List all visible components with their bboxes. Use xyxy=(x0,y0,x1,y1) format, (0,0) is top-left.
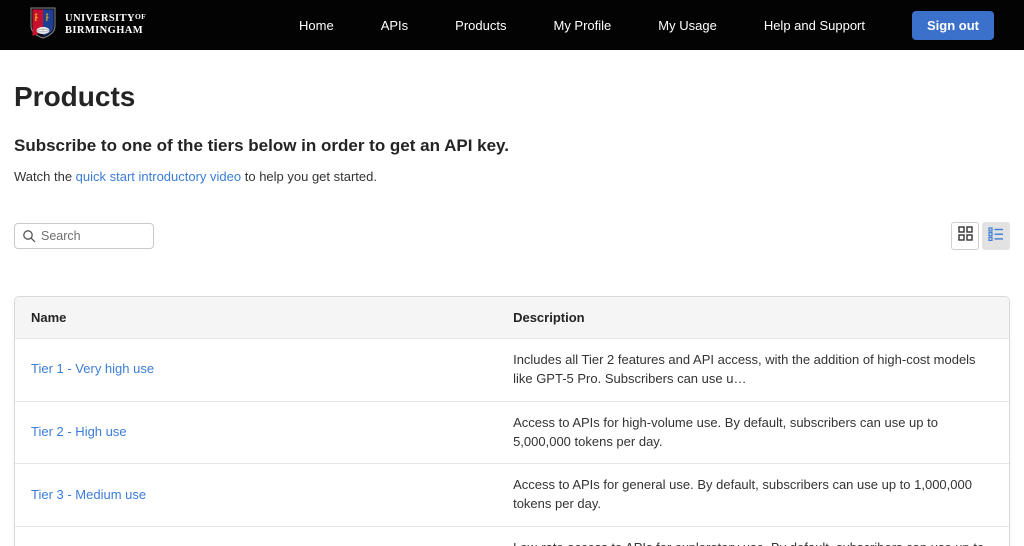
sign-out-button[interactable]: Sign out xyxy=(912,10,994,40)
page-title: Products xyxy=(14,81,136,112)
products-toolbar xyxy=(14,222,1010,250)
list-view-icon xyxy=(988,226,1004,246)
search-box xyxy=(14,223,154,249)
university-logo[interactable]: UNIVERSITYOF BIRMINGHAM xyxy=(30,7,146,44)
product-description: Access to APIs for general use. By defau… xyxy=(513,477,972,512)
product-link-tier3[interactable]: Tier 3 - Medium use xyxy=(31,487,146,502)
university-crest-icon xyxy=(30,7,56,44)
nav-item-help-and-support[interactable]: Help and Support xyxy=(764,18,865,33)
view-toggle-group xyxy=(951,222,1010,250)
nav-item-products[interactable]: Products xyxy=(455,18,506,33)
quick-start-video-link[interactable]: quick start introductory video xyxy=(76,169,241,184)
nav-item-my-profile[interactable]: My Profile xyxy=(553,18,611,33)
nav-item-apis[interactable]: APIs xyxy=(381,18,408,33)
table-header-row: Name Description xyxy=(15,297,1009,339)
product-description: Low-rate access to APIs for exploratory … xyxy=(497,527,1009,546)
product-link-tier1[interactable]: Tier 1 - Very high use xyxy=(31,361,154,376)
table-row: Tier 1 - Very high use Includes all Tier… xyxy=(15,338,1009,402)
top-navbar: UNIVERSITYOF BIRMINGHAM Home APIs Produc… xyxy=(0,0,1024,50)
column-header-name: Name xyxy=(15,297,498,339)
nav-item-home[interactable]: Home xyxy=(299,18,334,33)
column-header-description: Description xyxy=(497,297,1009,339)
products-table-card: Name Description Tier 1 - Very high use … xyxy=(14,296,1010,546)
product-link-tier2[interactable]: Tier 2 - High use xyxy=(31,424,127,439)
intro-prefix: Watch the xyxy=(14,169,76,184)
table-row: Tier 3 - Medium use Access to APIs for g… xyxy=(15,463,1009,527)
page-subtitle: Subscribe to one of the tiers below in o… xyxy=(14,136,509,155)
nav-links: Home APIs Products My Profile My Usage H… xyxy=(299,18,865,33)
university-logo-text: UNIVERSITYOF BIRMINGHAM xyxy=(65,11,147,36)
main-content: Products Subscribe to one of the tiers b… xyxy=(0,81,1024,546)
intro-suffix: to help you get started. xyxy=(241,169,377,184)
table-row: Tier 2 - High use Access to APIs for hig… xyxy=(15,401,1009,464)
grid-view-button[interactable] xyxy=(951,222,979,250)
product-description: Includes all Tier 2 features and API acc… xyxy=(513,352,976,386)
grid-view-icon xyxy=(957,226,973,246)
nav-item-my-usage[interactable]: My Usage xyxy=(658,18,717,33)
products-table: Name Description Tier 1 - Very high use … xyxy=(15,297,1009,546)
product-description: Access to APIs for high-volume use. By d… xyxy=(513,414,938,449)
list-view-button[interactable] xyxy=(982,222,1010,250)
page-intro: Watch the quick start introductory video… xyxy=(14,169,1010,184)
table-row: Tier 4 - Low use Low-rate access to APIs… xyxy=(15,526,1009,546)
